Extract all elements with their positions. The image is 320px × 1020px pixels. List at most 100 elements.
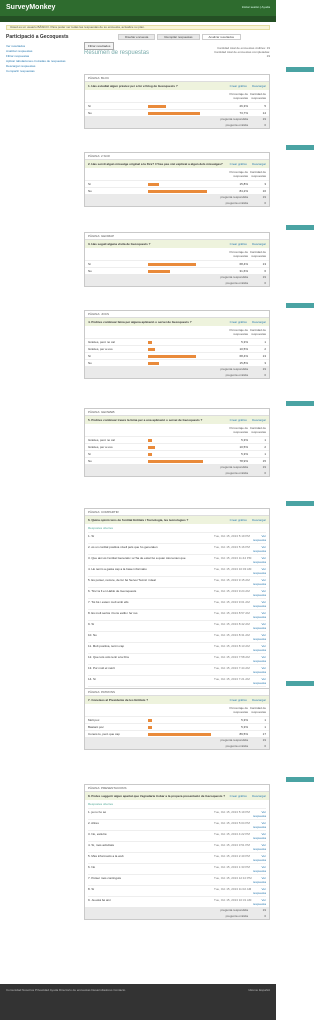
view-response-link[interactable]: Ver respuesta <box>252 865 266 873</box>
answer-label: Gràcies, per a uso <box>88 445 113 449</box>
answer-percent: 78,9% <box>239 459 248 463</box>
view-response-link[interactable]: Ver respuesta <box>252 843 266 851</box>
create-chart-link[interactable]: Crear gráfico <box>230 162 247 166</box>
view-response-link[interactable]: Ver respuesta <box>252 622 266 630</box>
create-chart-link[interactable]: Crear gráfico <box>230 794 247 798</box>
sidebar-item-share[interactable]: Compartir respuestas <box>6 69 66 74</box>
question-title: 6. Quina opinió tens de l'entitat Entita… <box>85 516 269 524</box>
list-item: 8. Sí Tue, Oct 15, 2013 11:02 AM Ver respu… <box>88 885 266 896</box>
response-date: Tue, Oct 15, 2013 9:01 AM <box>214 600 250 604</box>
view-response-link[interactable]: Ver respuesta <box>252 821 266 829</box>
view-response-link[interactable]: Ver respuesta <box>252 578 266 586</box>
table-row: Gràcies, però no cal 5,3% 1 <box>85 436 269 443</box>
create-chart-link[interactable]: Crear gráfico <box>230 320 247 324</box>
question-card: PÀGINA: PRESENTACIONS 8. Podes suggerir a… <box>84 784 270 920</box>
view-responses-button[interactable] <box>286 67 314 72</box>
answer-percent: 84,2% <box>239 189 248 193</box>
create-chart-link[interactable]: Crear gráfico <box>230 518 247 522</box>
view-response-link[interactable]: Ver respuesta <box>252 633 266 641</box>
view-responses-button[interactable] <box>286 501 314 506</box>
answer-percent: 5,3% <box>241 340 248 344</box>
view-response-link[interactable]: Ver respuesta <box>252 887 266 895</box>
view-response-link[interactable]: Ver respuesta <box>252 545 266 553</box>
view-responses-button[interactable] <box>286 777 314 782</box>
answer-count: 3 <box>264 361 266 365</box>
view-response-link[interactable]: Ver respuesta <box>252 655 266 663</box>
filter-select[interactable]: Filtrar resultados <box>84 42 115 50</box>
response-text: 14. Sí <box>88 677 96 681</box>
tabs: Diseñar encuesta Recopilar respuestas An… <box>118 34 242 40</box>
answered-label: pregunta respondida <box>220 908 248 912</box>
download-link[interactable]: Descargar <box>252 794 266 798</box>
table-row: No 15,8% 3 <box>85 359 269 366</box>
response-date: Tue, Oct 15, 2013 5:19 PM <box>214 810 250 814</box>
download-link[interactable]: Descargar <box>252 84 266 88</box>
view-response-link[interactable]: Ver respuesta <box>252 589 266 597</box>
top-links[interactable]: Iniciar sesión | Ayuda <box>242 5 270 9</box>
footer: Comunidad Nosotros Privacidad Ayuda Dire… <box>0 984 276 1020</box>
skipped-row: pregunta omitida 0 <box>85 372 269 378</box>
response-date: Tue, Oct 15, 2013 5:16 PM <box>214 545 250 549</box>
table-row: No 31,6% 6 <box>85 267 269 274</box>
response-date: Tue, Oct 15, 2013 11:02 AM <box>214 887 252 891</box>
column-headers: Porcentaje de respuestas Cantidad de resp… <box>85 168 269 180</box>
view-responses-button[interactable] <box>286 225 314 230</box>
view-responses-button[interactable] <box>286 681 314 686</box>
download-link[interactable]: Descargar <box>252 320 266 324</box>
question-card: PÀGINA: GEOWEB 5. Podries continuar treur… <box>84 408 270 477</box>
view-response-link[interactable]: Ver respuesta <box>252 810 266 818</box>
download-link[interactable]: Descargar <box>252 162 266 166</box>
pct-header: Porcentaje de respuestas <box>229 170 248 178</box>
download-link[interactable]: Descargar <box>252 518 266 522</box>
answered-value: 19 <box>262 367 266 371</box>
view-responses-button[interactable] <box>286 145 314 150</box>
view-response-link[interactable]: Ver respuesta <box>252 898 266 906</box>
language-select[interactable]: Idioma: Español <box>248 988 270 992</box>
view-response-link[interactable]: Ver respuesta <box>252 854 266 862</box>
view-response-link[interactable]: Ver respuesta <box>252 556 266 564</box>
download-link[interactable]: Descargar <box>252 418 266 422</box>
view-response-link[interactable]: Ver respuesta <box>252 534 266 542</box>
download-link[interactable]: Descargar <box>252 698 266 702</box>
tab-collect[interactable]: Recopilar respuestas <box>157 34 200 40</box>
view-response-link[interactable]: Ver respuesta <box>252 677 266 685</box>
create-chart-link[interactable]: Crear gráfico <box>230 84 247 88</box>
response-date: Tue, Oct 15, 2013 9:15 AM <box>214 578 250 582</box>
answer-count: 17 <box>262 732 266 736</box>
list-item: 1. ja no ho sé Tue, Oct 15, 2013 5:19 PM V… <box>88 808 266 819</box>
open-responses-title: Respostes obertes <box>88 526 114 530</box>
view-response-link[interactable]: Ver respuesta <box>252 567 266 575</box>
question-page-label: PÀGINA: GEOMAP <box>85 233 269 240</box>
answered-value: 19 <box>262 195 266 199</box>
footer-links[interactable]: Comunidad Nosotros Privacidad Ayuda Dire… <box>0 984 276 997</box>
answer-count: 1 <box>264 452 266 456</box>
answer-count: 1 <box>264 340 266 344</box>
list-item: 7. Potser més continguts Tue, Oct 15, 201… <box>88 874 266 885</box>
logo[interactable]: SurveyMonkey <box>6 4 55 11</box>
response-date: Tue, Oct 15, 2013 10:31 AM <box>214 898 252 902</box>
response-date: Tue, Oct 15, 2013 8:13 AM <box>214 644 250 648</box>
download-link[interactable]: Descargar <box>252 242 266 246</box>
answered-label: pregunta respondida <box>220 195 248 199</box>
answer-label: Sí <box>88 262 91 266</box>
view-response-link[interactable]: Ver respuesta <box>252 666 266 674</box>
skipped-row: pregunta omitida 0 <box>85 200 269 206</box>
view-response-link[interactable]: Ver respuesta <box>252 611 266 619</box>
view-responses-button[interactable] <box>286 401 314 406</box>
create-chart-link[interactable]: Crear gráfico <box>230 418 247 422</box>
tab-design[interactable]: Diseñar encuesta <box>118 34 156 40</box>
answered-label: pregunta respondida <box>220 367 248 371</box>
answered-label: pregunta respondida <box>220 117 248 121</box>
question-card: PÀGINA: PATRONS 7. Coneixes al Presidente… <box>84 688 270 750</box>
skipped-label: pregunta omitida <box>225 914 248 918</box>
view-responses-button[interactable] <box>286 303 314 308</box>
create-chart-link[interactable]: Crear gráfico <box>230 242 247 246</box>
view-response-link[interactable]: Ver respuesta <box>252 644 266 652</box>
create-chart-link[interactable]: Crear gráfico <box>230 698 247 702</box>
tab-analyze[interactable]: Analizar resultados <box>201 34 242 40</box>
count-header: Cantidad de respuestas <box>249 250 266 258</box>
view-response-link[interactable]: Ver respuesta <box>252 600 266 608</box>
answer-percent: 68,4% <box>239 262 248 266</box>
view-response-link[interactable]: Ver respuesta <box>252 832 266 840</box>
view-response-link[interactable]: Ver respuesta <box>252 876 266 884</box>
